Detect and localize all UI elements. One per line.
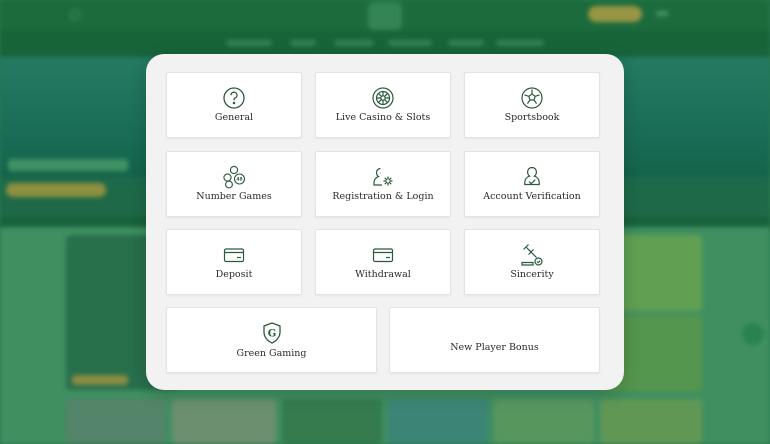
- category-account-verification[interactable]: Account Verification: [464, 151, 600, 217]
- category-label: Number Games: [196, 191, 272, 202]
- category-label: New Player Bonus: [450, 342, 539, 353]
- lottery-balls-icon: 48: [222, 165, 246, 189]
- help-categories-modal: General Live Casino & Slots Sportsbook 4…: [146, 54, 624, 390]
- user-verify-icon: [520, 165, 544, 189]
- category-general[interactable]: General: [166, 72, 302, 138]
- category-registration-login[interactable]: Registration & Login: [315, 151, 451, 217]
- card-deposit-icon: [222, 243, 246, 267]
- user-settings-icon: [371, 165, 395, 189]
- category-number-games[interactable]: 48 Number Games: [166, 151, 302, 217]
- category-deposit[interactable]: Deposit: [166, 229, 302, 295]
- shield-g-icon: G: [260, 321, 284, 345]
- category-sincerity[interactable]: Sincerity: [464, 229, 600, 295]
- category-label: Account Verification: [483, 191, 581, 202]
- gavel-check-icon: [520, 243, 544, 267]
- category-label: Withdrawal: [355, 269, 411, 280]
- category-label: Deposit: [215, 269, 253, 280]
- roulette-wheel-icon: [371, 86, 395, 110]
- category-label: Registration & Login: [332, 191, 434, 202]
- category-label: Green Gaming: [236, 348, 307, 359]
- category-green-gaming[interactable]: G Green Gaming: [166, 307, 377, 373]
- category-label: General: [214, 112, 254, 123]
- category-live-casino-slots[interactable]: Live Casino & Slots: [315, 72, 451, 138]
- card-withdrawal-icon: [371, 243, 395, 267]
- category-withdrawal[interactable]: Withdrawal: [315, 229, 451, 295]
- soccer-ball-icon: [520, 86, 544, 110]
- category-label: Sportsbook: [504, 112, 560, 123]
- category-new-player-bonus[interactable]: New Player Bonus: [389, 307, 600, 373]
- question-circle-icon: [222, 86, 246, 110]
- category-sportsbook[interactable]: Sportsbook: [464, 72, 600, 138]
- category-label: Live Casino & Slots: [335, 112, 431, 123]
- svg-text:G: G: [267, 329, 276, 340]
- svg-text:48: 48: [236, 177, 242, 183]
- category-label: Sincerity: [510, 269, 554, 280]
